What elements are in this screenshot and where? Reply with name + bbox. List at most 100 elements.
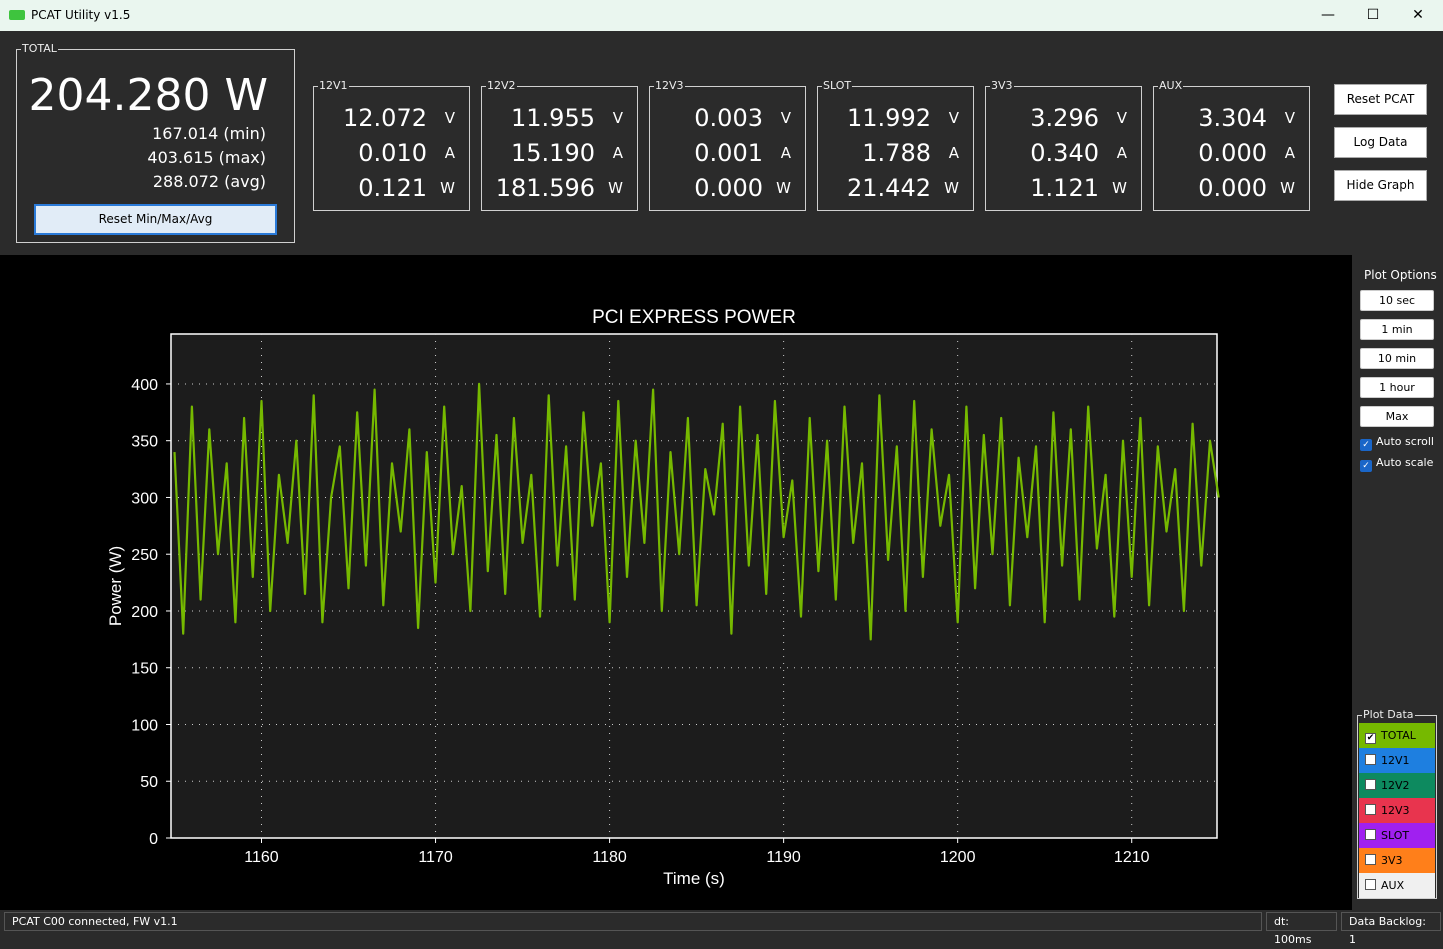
range-1-hour-button[interactable]: 1 hour: [1360, 377, 1434, 398]
rail-power: 0.121: [358, 174, 427, 202]
checkbox-icon: [1365, 854, 1376, 865]
checkmark-icon: ✓: [1360, 460, 1372, 472]
plot-data-12v3-checkbox[interactable]: 12V3: [1359, 798, 1435, 823]
log-data-button[interactable]: Log Data: [1334, 127, 1427, 158]
plot-data-label: TOTAL: [1381, 729, 1416, 742]
rail-label: 12V1: [318, 79, 349, 92]
y-tick-label: 250: [131, 547, 158, 564]
auto-scroll-checkbox[interactable]: ✓ Auto scroll: [1360, 435, 1434, 451]
rail-power: 0.000: [694, 174, 763, 202]
plot-options-title: Plot Options: [1364, 268, 1437, 282]
range-max-button[interactable]: Max: [1360, 406, 1434, 427]
auto-scale-label: Auto scale: [1376, 456, 1434, 469]
minimize-button[interactable]: —: [1308, 4, 1348, 26]
checkbox-icon: ✔: [1365, 733, 1376, 744]
plot-data-aux-checkbox[interactable]: AUX: [1359, 873, 1435, 898]
rail-current: 0.000: [1198, 139, 1267, 167]
x-tick-label: 1180: [592, 849, 627, 866]
rail-label: 12V3: [654, 79, 685, 92]
volt-unit: V: [444, 109, 455, 127]
checkbox-icon: [1365, 829, 1376, 840]
checkmark-icon: ✓: [1360, 439, 1372, 451]
rail-power: 21.442: [847, 174, 931, 202]
total-min: 167.014 (min): [152, 124, 266, 143]
checkbox-icon: [1365, 779, 1376, 790]
rail-label: AUX: [1158, 79, 1184, 92]
rail-current: 0.340: [1030, 139, 1099, 167]
auto-scroll-label: Auto scroll: [1376, 435, 1434, 448]
reset-min-max-avg-button[interactable]: Reset Min/Max/Avg: [34, 204, 277, 235]
backlog-status: Data Backlog: 1: [1341, 912, 1441, 946]
range-1-min-button[interactable]: 1 min: [1360, 319, 1434, 340]
close-button[interactable]: ✕: [1398, 4, 1438, 26]
total-group: TOTAL 204.280 W 167.014 (min) 403.615 (m…: [16, 42, 295, 243]
y-tick-label: 50: [140, 774, 158, 791]
plot-data-label: 12V3: [1381, 804, 1410, 817]
plot-data-total-checkbox[interactable]: ✔ TOTAL: [1359, 723, 1435, 748]
amp-unit: A: [948, 144, 959, 162]
checkbox-icon: [1365, 804, 1376, 815]
rail-current: 0.010: [358, 139, 427, 167]
checkbox-icon: [1365, 754, 1376, 765]
maximize-button[interactable]: ☐: [1353, 4, 1393, 26]
rail-aux-group: AUX 3.304 V 0.000 A 0.000 W: [1153, 79, 1310, 211]
amp-unit: A: [780, 144, 791, 162]
rail-voltage: 3.304: [1198, 104, 1267, 132]
plot-data-12v1-checkbox[interactable]: 12V1: [1359, 748, 1435, 773]
volt-unit: V: [612, 109, 623, 127]
plot-data-12v2-checkbox[interactable]: 12V2: [1359, 773, 1435, 798]
x-tick-label: 1170: [418, 849, 453, 866]
rail-label: SLOT: [822, 79, 853, 92]
volt-unit: V: [948, 109, 959, 127]
power-chart: 1160 1170 1180 1190 1200 1210 0 50 100 150 200 250 3…: [106, 307, 1220, 888]
rail-power: 0.000: [1198, 174, 1267, 202]
volt-unit: V: [1116, 109, 1127, 127]
rail-label: 3V3: [990, 79, 1014, 92]
x-tick-label: 1200: [940, 849, 976, 866]
y-tick-label: 300: [131, 490, 158, 507]
watt-unit: W: [944, 179, 959, 197]
amp-unit: A: [1284, 144, 1295, 162]
plot-data-label: 3V3: [1381, 854, 1403, 867]
range-10-min-button[interactable]: 10 min: [1360, 348, 1434, 369]
volt-unit: V: [1284, 109, 1295, 127]
app-logo-icon: [9, 10, 25, 20]
plot-frame: [170, 333, 1218, 839]
x-axis-label: Time (s): [663, 869, 725, 888]
status-bar: PCAT C00 connected, FW v1.1 dt: 100ms Da…: [0, 910, 1443, 946]
rail-voltage: 3.296: [1030, 104, 1099, 132]
plot-data-label: 12V2: [1381, 779, 1410, 792]
auto-scale-checkbox[interactable]: ✓ Auto scale: [1360, 456, 1433, 472]
rail-current: 15.190: [511, 139, 595, 167]
hide-graph-button[interactable]: Hide Graph: [1334, 170, 1427, 201]
rail-current: 0.001: [694, 139, 763, 167]
amp-unit: A: [444, 144, 455, 162]
y-tick-label: 0: [149, 831, 158, 848]
rail-12v2-group: 12V2 11.955 V 15.190 A 181.596 W: [481, 79, 638, 211]
rail-current: 1.788: [862, 139, 931, 167]
rail-voltage: 11.992: [847, 104, 931, 132]
reset-pcat-button[interactable]: Reset PCAT: [1334, 84, 1427, 115]
plot-data-3v3-checkbox[interactable]: 3V3: [1359, 848, 1435, 873]
rail-voltage: 12.072: [343, 104, 427, 132]
rail-power: 1.121: [1030, 174, 1099, 202]
watt-unit: W: [1112, 179, 1127, 197]
y-tick-label: 350: [131, 434, 158, 451]
watt-unit: W: [440, 179, 455, 197]
plot-data-slot-checkbox[interactable]: SLOT: [1359, 823, 1435, 848]
amp-unit: A: [1116, 144, 1127, 162]
range-10-sec-button[interactable]: 10 sec: [1360, 290, 1434, 311]
rail-voltage: 0.003: [694, 104, 763, 132]
rail-label: 12V2: [486, 79, 517, 92]
dt-status: dt: 100ms: [1266, 912, 1337, 946]
connection-status: PCAT C00 connected, FW v1.1: [4, 912, 1262, 931]
checkbox-icon: [1365, 879, 1376, 890]
rail-3v3-group: 3V3 3.296 V 0.340 A 1.121 W: [985, 79, 1142, 211]
plot-data-label: SLOT: [1381, 829, 1410, 842]
x-tick-label: 1160: [244, 849, 279, 866]
y-axis-label: Power (W): [106, 546, 125, 626]
total-power: 204.280 W: [28, 70, 268, 121]
x-tick-label: 1210: [1114, 849, 1150, 866]
rail-12v3-group: 12V3 0.003 V 0.001 A 0.000 W: [649, 79, 806, 211]
plot-area: 1160 1170 1180 1190 1200 1210 0 50 100 150 200 250 3…: [0, 255, 1352, 910]
